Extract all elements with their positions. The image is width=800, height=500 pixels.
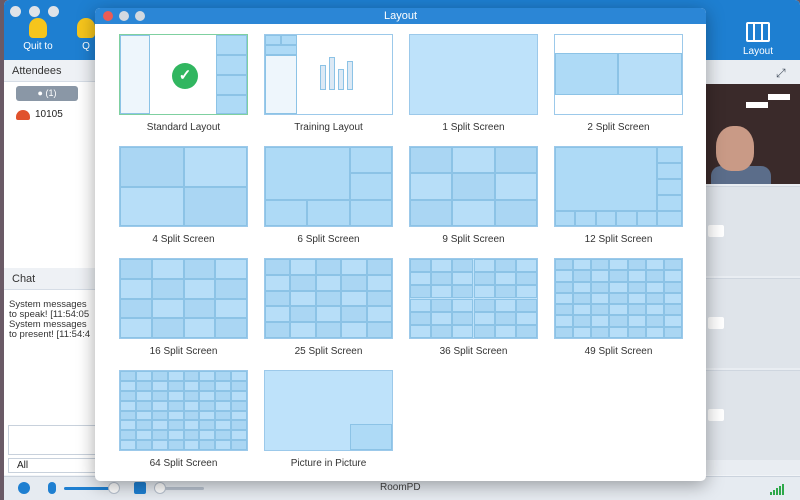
layout-thumbnail (554, 258, 683, 339)
layout-thumbnail (409, 34, 538, 115)
layout-option-12-split-screen[interactable]: 12 Split Screen (554, 146, 683, 245)
layout-option-25-split-screen[interactable]: 25 Split Screen (264, 258, 393, 357)
video-feed (706, 84, 800, 184)
layout-thumbnail (554, 146, 683, 227)
layout-option-picture-in-picture[interactable]: Picture in Picture (264, 370, 393, 469)
layout-option-49-split-screen[interactable]: 49 Split Screen (554, 258, 683, 357)
layout-option-label: 1 Split Screen (442, 122, 505, 133)
camera-icon (708, 409, 724, 421)
layout-thumbnail (119, 146, 248, 227)
layout-option-label: 25 Split Screen (294, 346, 363, 357)
expand-icon[interactable]: ⤢ (776, 66, 786, 81)
camera-icon (708, 225, 724, 237)
chat-messages: System messages to speak! [11:54:05 Syst… (9, 299, 91, 340)
layout-option-label: 64 Split Screen (149, 458, 218, 469)
microphone-icon[interactable] (48, 482, 56, 494)
layout-option-64-split-screen[interactable]: 64 Split Screen (119, 370, 248, 469)
layout-option-label: 2 Split Screen (587, 122, 650, 133)
layout-thumbnail (409, 258, 538, 339)
room-name: RoomPD (380, 482, 421, 493)
minimize-icon[interactable] (119, 11, 129, 21)
layout-option-standard-layout[interactable]: ✓ Standard Layout (119, 34, 248, 133)
video-slot (706, 370, 800, 460)
layout-option-36-split-screen[interactable]: 36 Split Screen (409, 258, 538, 357)
layout-icon (746, 22, 770, 42)
chat-target-select[interactable]: All (8, 458, 100, 473)
user-group-icon: ● (37, 88, 43, 98)
dialog-title: Layout (383, 10, 418, 22)
layout-option-label: 4 Split Screen (152, 234, 215, 245)
layout-option-label: 16 Split Screen (149, 346, 218, 357)
zoom-icon[interactable] (135, 11, 145, 21)
layout-button[interactable]: Layout (738, 22, 778, 57)
toolbar-button-2[interactable]: Q (76, 18, 96, 52)
layout-thumbnail (264, 34, 393, 115)
camera-icon (708, 317, 724, 329)
checkmark-icon: ✓ (172, 63, 198, 89)
video-slot (706, 278, 800, 368)
video-slot (706, 186, 800, 276)
layout-option-label: 12 Split Screen (584, 234, 653, 245)
layout-option-label: Training Layout (294, 122, 363, 133)
toolbar-icon (77, 18, 95, 38)
attendees-header: Attendees (4, 60, 103, 82)
layout-thumbnail (264, 370, 393, 451)
layout-option-training-layout[interactable]: Training Layout (264, 34, 393, 133)
layout-thumbnail (264, 146, 393, 227)
layout-option-6-split-screen[interactable]: 6 Split Screen (264, 146, 393, 245)
layout-option-label: 6 Split Screen (297, 234, 360, 245)
chat-input[interactable] (8, 425, 100, 455)
layout-option-9-split-screen[interactable]: 9 Split Screen (409, 146, 538, 245)
layout-option-label: Standard Layout (146, 122, 221, 133)
attendee-row[interactable]: 10105 (16, 109, 103, 120)
left-panel: Attendees ● (1) 10105 Chat System messag… (4, 60, 104, 475)
layout-option-1-split-screen[interactable]: 1 Split Screen (409, 34, 538, 133)
layout-option-label: 36 Split Screen (439, 346, 508, 357)
layout-option-16-split-screen[interactable]: 16 Split Screen (119, 258, 248, 357)
layout-thumbnail (554, 34, 683, 115)
dialog-titlebar: Layout (95, 8, 706, 24)
dialog-window-controls[interactable] (103, 11, 145, 21)
chat-section: Chat (4, 268, 103, 290)
layout-thumbnail: ✓ (119, 34, 248, 115)
layout-thumbnail (119, 258, 248, 339)
settings-icon[interactable] (18, 482, 30, 494)
layout-option-label: Picture in Picture (290, 458, 367, 469)
chat-header: Chat (4, 268, 103, 290)
window-controls[interactable] (10, 6, 59, 17)
attendees-tab[interactable]: ● (1) (16, 86, 78, 101)
mic-volume-slider[interactable] (64, 487, 114, 490)
mic-volume-knob[interactable] (108, 482, 120, 494)
quit-button[interactable]: Quit to (18, 18, 58, 52)
signal-icon (770, 483, 784, 495)
layout-option-label: 49 Split Screen (584, 346, 653, 357)
layout-thumbnail (409, 146, 538, 227)
layout-thumbnail (264, 258, 393, 339)
quit-icon (29, 18, 47, 38)
layout-dialog: Layout ✓ Standard Layout Training Layout 1 … (95, 8, 706, 481)
close-icon[interactable] (103, 11, 113, 21)
layout-option-2-split-screen[interactable]: 2 Split Screen (554, 34, 683, 133)
layout-option-4-split-screen[interactable]: 4 Split Screen (119, 146, 248, 245)
speaker-volume-knob[interactable] (154, 482, 166, 494)
user-icon (16, 109, 30, 120)
layout-option-label: 9 Split Screen (442, 234, 505, 245)
layout-thumbnail (119, 370, 248, 451)
video-panel: ⤢ (706, 60, 800, 475)
speaker-icon[interactable] (134, 482, 146, 494)
